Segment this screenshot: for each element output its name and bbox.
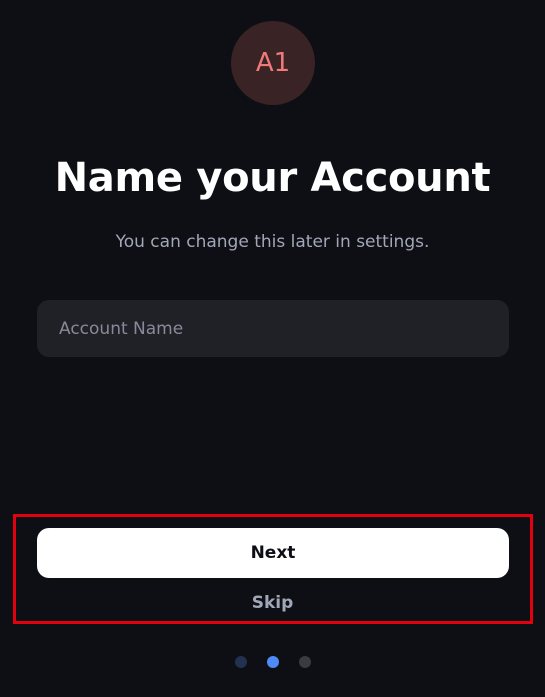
skip-button[interactable]: Skip [200,590,345,616]
account-name-field-container [37,300,509,357]
pagination-dots [235,656,311,668]
page-subtitle: You can change this later in settings. [115,232,430,252]
onboarding-screen: A1 Name your Account You can change this… [0,0,545,697]
avatar-initials: A1 [255,48,291,78]
pagination-dot-1[interactable] [235,656,247,668]
next-button[interactable]: Next [37,528,509,578]
skip-button-label: Skip [251,593,294,613]
page-title: Name your Account [54,155,491,201]
account-avatar: A1 [231,21,315,105]
pagination-dot-2[interactable] [267,656,279,668]
next-button-label: Next [250,543,296,563]
pagination-dot-3[interactable] [299,656,311,668]
account-name-input[interactable] [37,300,509,357]
